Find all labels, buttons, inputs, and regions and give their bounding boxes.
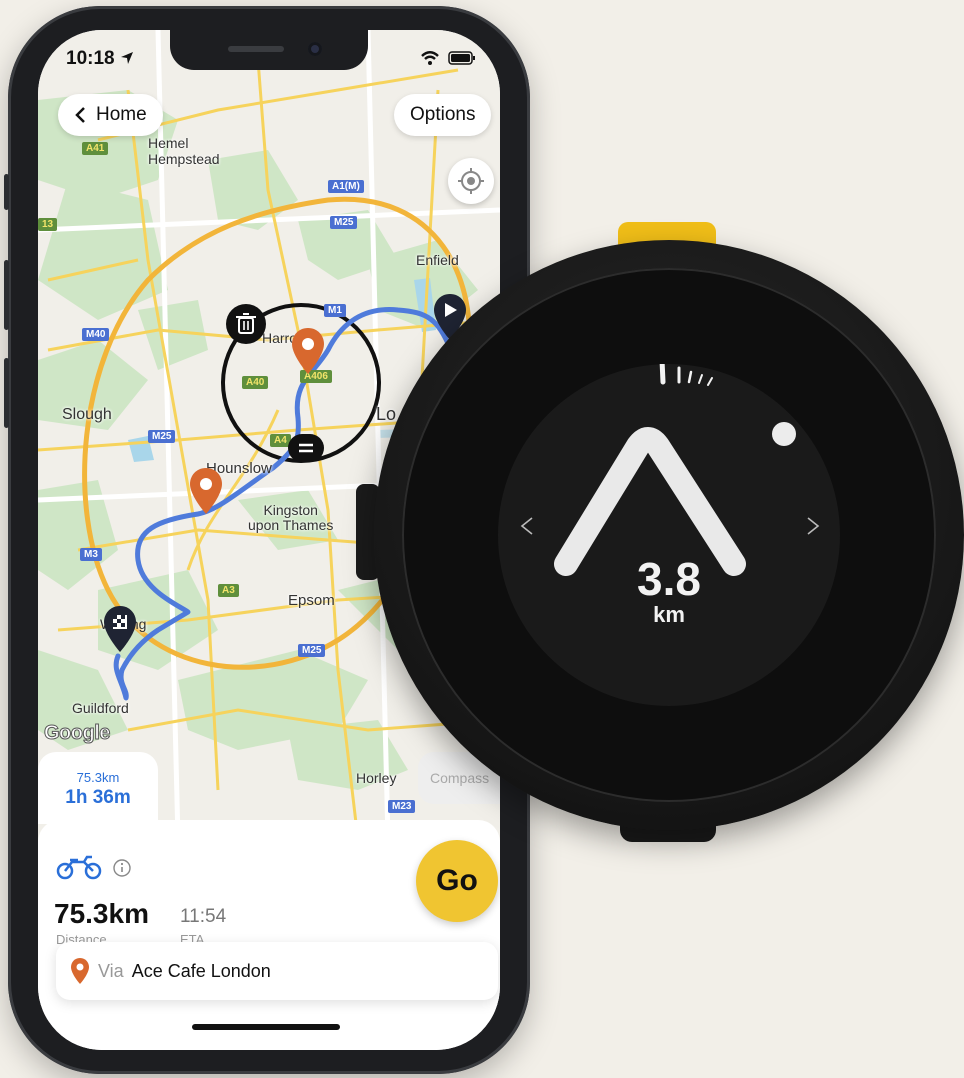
go-button[interactable]: Go	[416, 840, 498, 922]
waypoint-pin-icon[interactable]	[188, 466, 224, 516]
map-label-epsom: Epsom	[288, 592, 335, 609]
google-attribution: Google	[44, 722, 111, 745]
delete-waypoint-button[interactable]	[226, 304, 266, 344]
route-eta-value: 11:54	[180, 906, 227, 927]
options-button[interactable]: Options	[394, 94, 492, 136]
road-shield: M40	[82, 328, 110, 341]
tab-route-summary[interactable]: 75.3km 1h 36m	[38, 752, 158, 824]
crosshair-icon	[458, 168, 484, 194]
volume-down-button	[4, 358, 9, 428]
road-shield: M25	[298, 644, 326, 657]
road-shield: M25	[330, 216, 358, 229]
home-button[interactable]: Home	[58, 94, 163, 136]
navigation-device: 3.8 km	[356, 222, 964, 846]
tab-route-duration: 1h 36m	[65, 787, 131, 808]
map-label-hemel-hempstead: Hemel Hempstead	[148, 135, 220, 167]
home-indicator	[192, 1024, 340, 1030]
chevron-left-icon	[75, 107, 85, 123]
road-shield: A40	[242, 376, 269, 389]
trash-icon	[236, 313, 256, 334]
status-indicators	[420, 50, 476, 66]
waypoint-pin-icon[interactable]	[290, 326, 326, 376]
waypoint-name: Ace Cafe London	[131, 960, 271, 981]
tab-route-distance: 75.3km	[76, 770, 120, 785]
device-distance-value: 3.8	[637, 553, 701, 605]
notch	[170, 30, 368, 70]
route-distance-value: 75.3km	[54, 898, 149, 929]
mute-switch	[4, 174, 9, 210]
map-label-guildford: Guildford	[72, 700, 129, 716]
motorcycle-icon[interactable]	[56, 854, 102, 880]
finish-pin-icon[interactable]	[102, 604, 138, 654]
road-shield: A1(M)	[328, 180, 364, 193]
road-shield: M1	[324, 304, 346, 317]
waypoint-card[interactable]: Via Ace Cafe London	[56, 942, 498, 1000]
road-shield: M3	[80, 548, 102, 561]
home-button-label: Home	[96, 104, 147, 125]
map-label-slough: Slough	[62, 406, 112, 423]
road-shield: A3	[218, 584, 239, 597]
device-direction-graphic	[520, 364, 820, 576]
map-label-kingston: Kingston upon Thames	[248, 502, 334, 533]
drag-handle-icon	[299, 443, 313, 453]
device-screen: 3.8 km	[498, 364, 840, 706]
road-shield: A41	[82, 142, 109, 155]
status-time: 10:18	[66, 48, 134, 70]
location-pin-icon	[71, 958, 89, 984]
road-shield: M25	[148, 430, 176, 443]
volume-up-button	[4, 260, 9, 330]
options-button-label: Options	[410, 104, 476, 125]
battery-icon	[448, 51, 475, 65]
drag-handle[interactable]	[288, 434, 324, 462]
wifi-icon	[421, 51, 439, 65]
road-shield: 13	[38, 218, 58, 231]
location-arrow-icon	[120, 52, 133, 64]
waypoint-prefix: Via	[98, 960, 124, 981]
device-distance-unit: km	[653, 602, 685, 627]
locate-me-button[interactable]	[448, 158, 494, 204]
info-icon[interactable]	[112, 858, 132, 878]
